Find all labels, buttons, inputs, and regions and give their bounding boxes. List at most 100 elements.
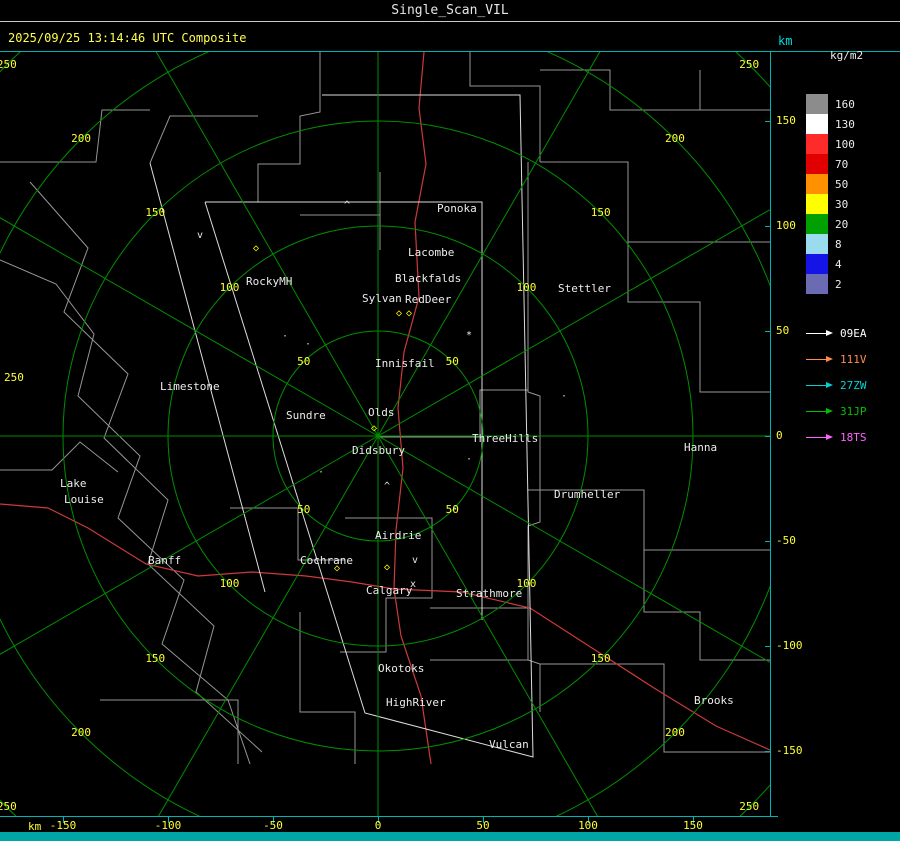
city-label: Airdrie [375,529,422,542]
site-id: 111V [840,352,867,366]
scan-datetime: 2025/09/25 13:14:46 UTC Composite [8,31,247,45]
radar-site-marker: ◇ [252,243,260,254]
range-ring-label: 250 [739,57,760,71]
radar-site-marker: ◇ [333,563,341,574]
right-axis-tick [765,121,771,122]
range-ring-label: 200 [665,725,685,739]
city-label: Okotoks [378,662,425,675]
town-dot: · [304,339,312,350]
right-axis-tick [765,751,771,752]
right-axis-line [770,52,771,817]
radar-site-marker: ◇ [370,423,378,434]
radar-application-window: Single_Scan_VIL 2025/09/25 13:14:46 UTC … [0,0,900,841]
arrow-head [826,356,833,362]
town-dot: · [281,331,289,342]
city-label: Lacombe [408,246,455,259]
color-scale-row: 4 [806,254,855,274]
arrow-line [806,358,826,360]
bottom-axis-label: -150 [49,819,77,832]
color-scale-value: 50 [835,177,849,191]
map-marker: x [409,579,417,590]
city-label: ThreeHills [472,432,539,445]
bottom-axis-label: 150 [683,819,703,832]
city-label: Olds [368,406,395,419]
site-legend-row: 111V [806,346,867,372]
map-marker: v [196,230,204,241]
color-scale-row: 50 [806,174,855,194]
city-label: Drumheller [554,488,621,501]
bottom-axis-label: 50 [476,819,490,832]
color-swatch [806,194,828,214]
range-ring-label: 250 [0,57,17,71]
city-label: Ponoka [437,202,477,215]
window-title: Single_Scan_VIL [391,3,509,18]
site-id: 27ZW [840,378,867,392]
city-label: Innisfail [375,357,435,370]
town-dot: · [560,391,568,402]
arrow-line [806,384,826,386]
right-axis-tick [765,646,771,647]
title-bar: Single_Scan_VIL [0,0,900,22]
site-arrow-icon [806,330,834,336]
color-scale-value: 4 [835,257,842,271]
site-id: 09EA [840,326,867,340]
right-axis-tick [765,226,771,227]
bottom-scrollbar[interactable] [0,832,900,841]
color-swatch [806,154,828,174]
range-ring-label: 150 [145,651,166,665]
color-scale-row: 8 [806,234,855,254]
right-axis-tick [765,436,771,437]
right-axis-label: 100 [776,219,796,232]
color-scale-value: 160 [835,97,855,111]
arrow-line [806,436,826,438]
range-ring-label: 50 [297,354,311,368]
city-label: Brooks [694,694,734,707]
site-legend-row: 27ZW [806,372,867,398]
city-label: Stettler [558,282,611,295]
city-label: Strathmore [456,587,523,600]
color-swatch [806,254,828,274]
city-label: Lake [60,477,87,490]
color-scale-value: 100 [835,137,855,151]
site-legend-row: 31JP [806,398,867,424]
range-ring-label: 200 [71,132,91,146]
city-label: RedDeer [405,293,452,306]
range-ring-label: 50 [297,503,311,517]
town-dot: · [465,454,473,465]
city-label: Sylvan [362,292,402,305]
right-axis-label: -100 [776,639,803,652]
right-axis-label: -150 [776,744,803,757]
color-scale-value: 130 [835,117,855,131]
arrow-head [826,330,833,336]
city-label: Banff [148,554,182,567]
color-scale-value: 8 [835,237,842,251]
range-ring-label: 250 [4,371,24,384]
right-axis-label: -50 [776,534,796,547]
range-ring-label: 100 [219,280,240,294]
radar-site-marker: ◇ [395,308,403,319]
right-axis-label: 150 [776,114,796,127]
radar-map[interactable]: Ponoka Lacombe Blackfalds Sylvan RedDeer Stet… [0,52,770,816]
site-legend: 09EA 111V 27ZW 31JP 18TS [806,320,867,450]
map-label-layer: Ponoka Lacombe Blackfalds Sylvan RedDeer Stet… [0,52,770,816]
map-marker: ^ [343,200,351,211]
color-scale: 160 130 100 70 50 30 20 8 4 2 [806,94,855,294]
site-id: 18TS [840,430,867,444]
color-scale-row: 160 [806,94,855,114]
color-scale-value: 70 [835,157,849,171]
color-swatch [806,234,828,254]
arrow-head [826,382,833,388]
color-swatch [806,134,828,154]
city-label: Blackfalds [395,272,462,285]
color-scale-row: 20 [806,214,855,234]
map-marker: v [411,555,419,566]
city-label: Calgary [366,584,413,597]
bottom-axis-label: 0 [374,819,382,832]
city-label: Limestone [160,380,220,393]
range-ring-label: 200 [71,725,91,739]
arrow-line [806,332,826,334]
range-ring-label: 100 [516,280,537,294]
radar-site-marker: ◇ [405,308,413,319]
bottom-axis-label: -100 [154,819,182,832]
town-dot: · [317,467,325,478]
